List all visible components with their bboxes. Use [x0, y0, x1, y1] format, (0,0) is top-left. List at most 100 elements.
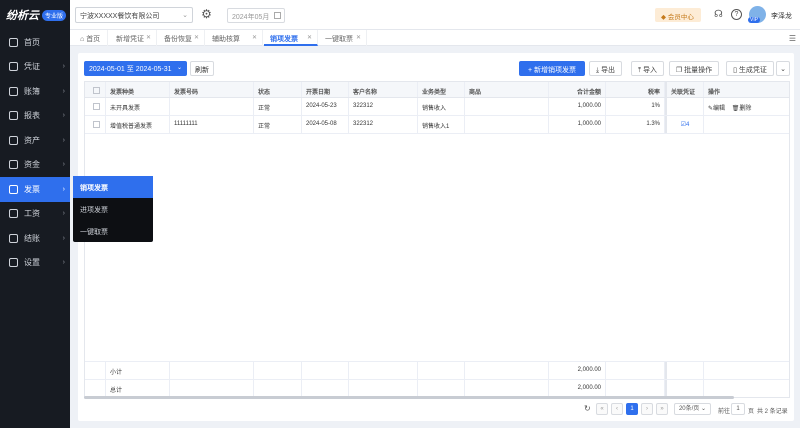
sidebar-item-label: 发票: [24, 184, 40, 194]
brand-name: 纷析云: [6, 10, 39, 22]
tab-sales-invoice[interactable]: 销项发票 ✕: [264, 30, 318, 46]
chevron-right-icon: ›: [62, 259, 65, 267]
page-button-current[interactable]: 1: [626, 403, 638, 415]
user-name[interactable]: 李泽龙: [771, 11, 792, 21]
chevron-down-icon: ⌄: [780, 66, 786, 73]
sidebar-item-label: 工资: [24, 209, 40, 219]
table-row[interactable]: 增值税普通发票 11111111 正常 2024-05-08 322312 销售…: [85, 116, 789, 134]
row-checkbox[interactable]: [85, 98, 106, 115]
chevron-right-icon: ›: [62, 136, 65, 144]
sidebar-item-label: 报表: [24, 111, 40, 121]
member-center-button[interactable]: ◆ 会员中心: [655, 8, 701, 22]
batch-operation-button[interactable]: ❐ 批量操作: [669, 61, 719, 76]
tab-one-click-fetch[interactable]: 一键取票 ✕: [319, 30, 367, 46]
close-icon[interactable]: ✕: [146, 34, 151, 41]
tab-menu-icon[interactable]: ☰: [789, 34, 796, 43]
generate-voucher-button[interactable]: ▯ 生成凭证: [726, 61, 774, 76]
export-label: 导出: [601, 67, 616, 74]
period-picker[interactable]: 2024年05月: [227, 8, 285, 23]
tab-new-voucher[interactable]: 新增凭证 ✕: [110, 30, 157, 46]
sidebar-item-report[interactable]: 报表 ›: [0, 104, 70, 129]
tab-backup-restore[interactable]: 备份恢复 ✕: [158, 30, 205, 46]
member-center-label: 会员中心: [667, 14, 694, 21]
sidebar-item-ledger[interactable]: 账簿 ›: [0, 79, 70, 104]
prev-page-button[interactable]: ‹: [611, 403, 623, 415]
sidebar-item-closing[interactable]: 结账 ›: [0, 226, 70, 251]
page-size-value: 20条/页: [678, 406, 700, 412]
sidebar-item-fund[interactable]: 资金 ›: [0, 153, 70, 178]
report-icon: [9, 111, 18, 121]
logo: 纷析云 专业版: [0, 0, 70, 30]
sidebar-item-asset[interactable]: 资产 ›: [0, 128, 70, 153]
close-icon[interactable]: ✕: [252, 34, 257, 41]
row-checkbox[interactable]: [85, 116, 106, 133]
invoice-type: 增值税普通发票: [106, 116, 170, 133]
linked-voucher-link[interactable]: ☑4: [665, 116, 704, 133]
pagination: ↻ « ‹ 1 › » 20条/页 ⌄ 前往 1 页 共 2 条记录: [78, 401, 794, 419]
sidebar-item-label: 账簿: [24, 86, 40, 96]
top-bar: 宁波XXXXX餐饮有限公司 ⌄ ⚙ 2024年05月 ◆ 会员中心 ☊ ? VIP…: [70, 0, 800, 30]
import-button[interactable]: ⤒ 导入: [631, 61, 664, 76]
tax-rate: 1%: [606, 98, 665, 115]
export-button[interactable]: ⤓ 导出: [589, 61, 622, 76]
edit-button[interactable]: ✎编辑: [708, 106, 725, 112]
refresh-button[interactable]: 刷新: [190, 61, 214, 76]
add-sales-invoice-button[interactable]: + 新增销项发票: [519, 61, 585, 76]
headset-icon[interactable]: ☊: [713, 9, 724, 20]
sidebar-item-label: 首页: [24, 37, 40, 47]
last-page-button[interactable]: »: [656, 403, 668, 415]
tax-rate: 1.3%: [606, 116, 665, 133]
help-icon[interactable]: ?: [731, 9, 742, 20]
select-all-checkbox[interactable]: [85, 82, 106, 97]
sidebar-item-salary[interactable]: 工资 ›: [0, 202, 70, 227]
next-page-button[interactable]: ›: [641, 403, 653, 415]
fund-icon: [9, 160, 18, 170]
more-dropdown[interactable]: ⌄: [776, 61, 790, 76]
submenu-item-purchase-invoice[interactable]: 进项发票: [73, 198, 153, 220]
sidebar-item-voucher[interactable]: 凭证 ›: [0, 55, 70, 80]
first-page-button[interactable]: «: [596, 403, 608, 415]
tab-bar: ⌂ 首页 新增凭证 ✕ 备份恢复 ✕ 辅助核算 ✕ 销项发票 ✕ 一键取票 ✕ ☰: [70, 30, 800, 46]
submenu-item-sales-invoice[interactable]: 销项发票: [73, 176, 153, 198]
goods: [465, 116, 549, 133]
tab-label: 首页: [86, 36, 101, 43]
total-label: 总计: [106, 380, 170, 397]
total-records: 共 2 条记录: [757, 409, 788, 415]
goods: [465, 98, 549, 115]
delete-button[interactable]: 🗑删除: [732, 106, 752, 112]
company-select[interactable]: 宁波XXXXX餐饮有限公司 ⌄: [75, 7, 193, 23]
sidebar-item-home[interactable]: 首页: [0, 30, 70, 55]
refresh-icon[interactable]: ↻: [584, 404, 591, 413]
tab-label: 一键取票: [325, 36, 353, 43]
goto-page-input[interactable]: 1: [731, 403, 745, 415]
sidebar-item-settings[interactable]: 设置 ›: [0, 251, 70, 276]
invoice-status: 正常: [254, 98, 302, 115]
ledger-icon: [9, 86, 18, 96]
table-row[interactable]: 未开具发票 正常 2024-05-23 322312 销售收入 1,000.00…: [85, 98, 789, 116]
close-icon[interactable]: ✕: [307, 34, 312, 41]
subtotal-label: 小计: [106, 362, 170, 379]
edit-label: 编辑: [713, 106, 726, 112]
page-size-select[interactable]: 20条/页 ⌄: [674, 403, 711, 415]
close-icon[interactable]: ✕: [194, 34, 199, 41]
col-header: 客户名称: [349, 82, 418, 97]
total-row: 总计 2,000.00: [85, 379, 789, 397]
total-value: 2,000.00: [549, 380, 606, 397]
batch-label: 批量操作: [684, 67, 713, 74]
tab-aux-accounting[interactable]: 辅助核算 ✕: [206, 30, 263, 46]
voucher-icon: [9, 62, 18, 72]
invoice-type: 未开具发票: [106, 98, 170, 115]
gear-icon[interactable]: ⚙: [200, 8, 213, 21]
copy-icon: ❐: [675, 67, 685, 74]
date-range-picker[interactable]: 2024-05-01 至 2024-05-31 ⌄: [84, 61, 187, 76]
col-header: 状态: [254, 82, 302, 97]
col-header: 发票种类: [106, 82, 170, 97]
close-icon[interactable]: ✕: [356, 34, 361, 41]
tab-home[interactable]: ⌂ 首页: [74, 30, 108, 46]
edition-badge: 专业版: [42, 9, 67, 21]
submenu-item-one-click-fetch[interactable]: 一键取票: [73, 220, 153, 242]
sidebar-item-label: 设置: [24, 258, 40, 268]
col-header: 操作: [704, 82, 789, 97]
horizontal-scrollbar[interactable]: [84, 396, 734, 399]
sidebar-item-invoice[interactable]: 发票 ›: [0, 177, 70, 202]
